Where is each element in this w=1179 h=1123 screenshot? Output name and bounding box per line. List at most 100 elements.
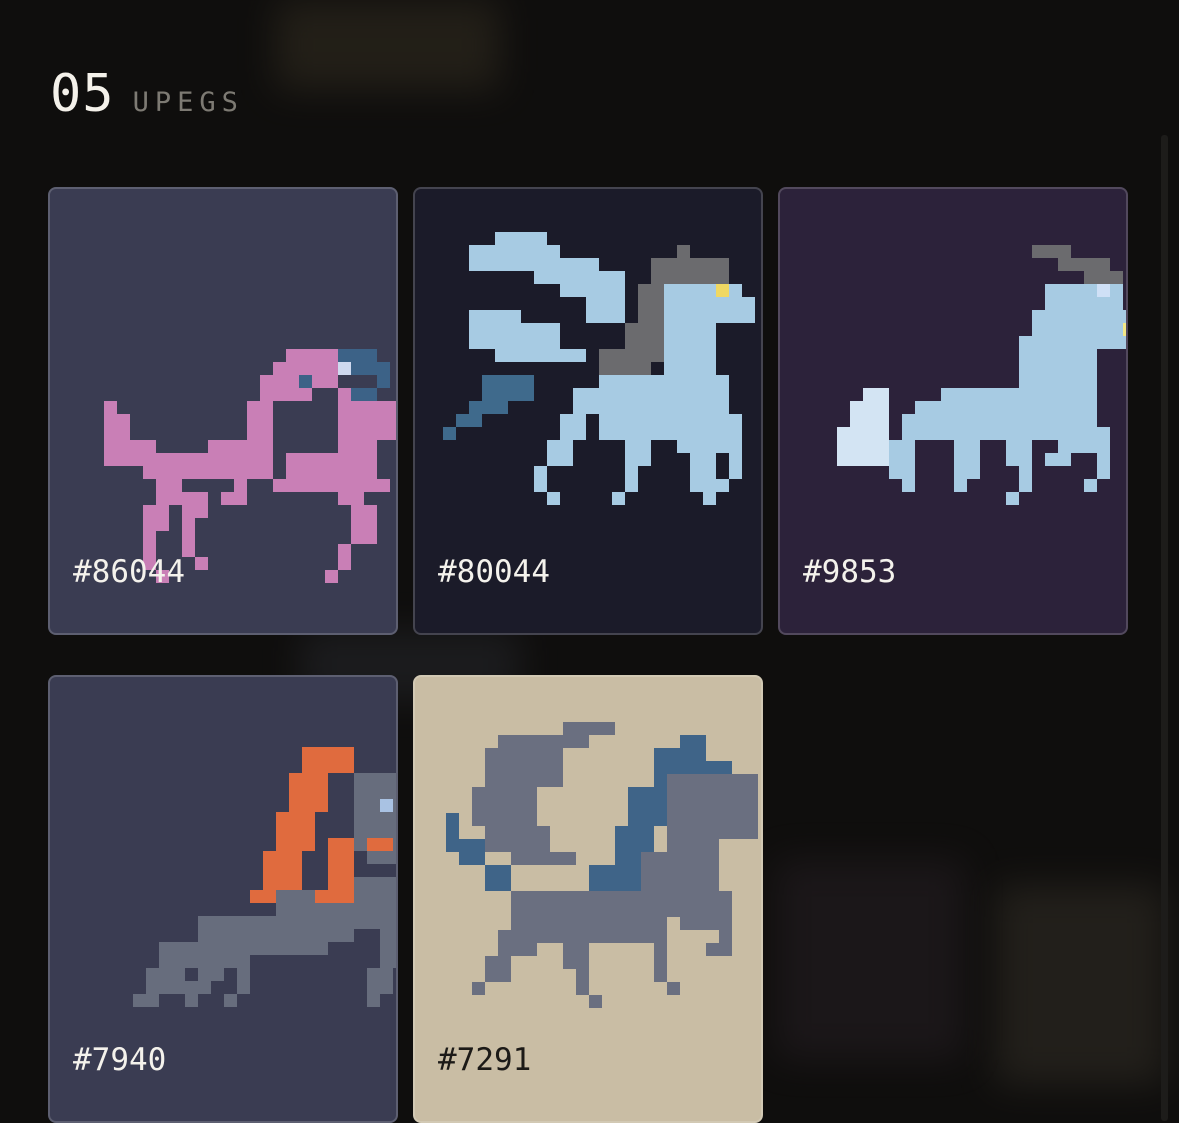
sprite-pixel bbox=[224, 994, 237, 1007]
sprite-pixel bbox=[850, 401, 863, 466]
sprite-pixel bbox=[511, 852, 576, 865]
upeg-card[interactable]: #80044 bbox=[413, 187, 763, 635]
sprite-pixel bbox=[1045, 284, 1123, 310]
sprite-pixel bbox=[667, 774, 758, 813]
sprite-pixel bbox=[485, 748, 563, 787]
sprite-pixel bbox=[498, 930, 537, 956]
sprite-pixel bbox=[547, 492, 560, 505]
sprite-pixel bbox=[351, 440, 377, 466]
sprite-pixel bbox=[667, 982, 680, 995]
sprite-pixel bbox=[1058, 258, 1110, 271]
sprite-pixel bbox=[628, 787, 667, 826]
sprite-pixel bbox=[547, 440, 573, 466]
sprite-pixel bbox=[680, 878, 719, 930]
section-label: UPEGS bbox=[132, 87, 244, 118]
sprite-pixel bbox=[677, 245, 690, 258]
upeg-card[interactable]: #9853 bbox=[778, 187, 1128, 635]
sprite-pixel bbox=[482, 375, 534, 401]
upeg-id: #80044 bbox=[438, 554, 550, 590]
sprite-pixel bbox=[576, 969, 589, 995]
sprite-pixel bbox=[263, 851, 302, 890]
upeg-id: #7291 bbox=[438, 1042, 532, 1078]
sprite-pixel bbox=[1097, 440, 1110, 479]
sprite-pixel bbox=[446, 813, 459, 852]
scrollbar[interactable] bbox=[1161, 135, 1168, 1121]
sprite-pixel bbox=[563, 943, 589, 969]
sprite-pixel bbox=[716, 297, 755, 323]
sprite-pixel bbox=[612, 492, 625, 505]
upeg-id: #7940 bbox=[73, 1042, 167, 1078]
sprite-pixel bbox=[664, 323, 716, 375]
sprite-pixel bbox=[185, 981, 211, 994]
sprite-pixel bbox=[651, 258, 729, 284]
sprite-pixel bbox=[521, 349, 586, 362]
upeg-id: #9853 bbox=[803, 554, 897, 590]
sprite-pixel bbox=[367, 994, 380, 1007]
sprite-pixel bbox=[534, 466, 547, 492]
sprite-pixel bbox=[315, 890, 328, 903]
sprite-pixel bbox=[459, 839, 485, 865]
sprite-pixel bbox=[889, 440, 915, 479]
sprite-pixel bbox=[247, 401, 273, 453]
sprite-pixel bbox=[390, 414, 396, 440]
sprite-pixel bbox=[625, 323, 664, 362]
sprite-pixel bbox=[586, 284, 625, 323]
sprite-pixel bbox=[641, 917, 667, 943]
sprite-pixel bbox=[182, 518, 195, 557]
sprite-pixel bbox=[485, 826, 550, 852]
sprite-pixel bbox=[472, 787, 537, 826]
sprite-pixel bbox=[367, 838, 393, 851]
sprite-pixel bbox=[589, 865, 641, 891]
sprite-pixel bbox=[328, 838, 354, 903]
upeg-card[interactable]: #7940 bbox=[48, 675, 398, 1123]
upeg-card[interactable]: #7291 bbox=[413, 675, 763, 1123]
sprite-pixel bbox=[338, 362, 351, 375]
sprite-pixel bbox=[472, 982, 485, 995]
sprite-pixel bbox=[221, 492, 247, 505]
sprite-pixel bbox=[625, 440, 651, 466]
sprite-pixel bbox=[380, 799, 393, 812]
sprite-pixel bbox=[1084, 427, 1110, 440]
sprite-pixel bbox=[1084, 479, 1097, 492]
sprite-pixel bbox=[302, 929, 354, 942]
sprite-pixel bbox=[443, 427, 456, 440]
sprite-pixel bbox=[716, 479, 729, 492]
sprite-pixel bbox=[325, 570, 338, 583]
sprite-pixel bbox=[1045, 453, 1071, 466]
upeg-card[interactable]: #86044 bbox=[48, 187, 398, 635]
sprite-pixel bbox=[902, 414, 941, 440]
section-heading: 05 UPEGS bbox=[50, 68, 244, 120]
sprite-pixel bbox=[729, 414, 742, 440]
sprite-pixel bbox=[289, 773, 328, 812]
sprite-pixel bbox=[495, 232, 547, 245]
sprite-pixel bbox=[351, 505, 377, 544]
sprite-pixel bbox=[729, 440, 742, 479]
sprite-pixel bbox=[1019, 466, 1032, 492]
sprite-pixel bbox=[716, 284, 729, 297]
sprite-pixel bbox=[690, 453, 716, 492]
sprite-pixel bbox=[377, 362, 390, 388]
sprite-pixel bbox=[198, 955, 224, 981]
sprite-pixel bbox=[156, 479, 182, 505]
background-blur bbox=[275, 0, 500, 90]
sprite-pixel bbox=[299, 375, 312, 388]
sprite-pixel bbox=[146, 968, 185, 994]
sprite-pixel bbox=[1032, 245, 1071, 258]
sprite-pixel bbox=[703, 492, 716, 505]
sprite-pixel bbox=[104, 401, 117, 466]
sprite-pixel bbox=[563, 722, 615, 735]
sprite-pixel bbox=[367, 968, 393, 994]
sprite-pixel bbox=[338, 544, 351, 570]
sprite-pixel bbox=[380, 929, 396, 968]
sprite-pixel bbox=[143, 505, 169, 531]
sprite-pixel bbox=[117, 414, 130, 466]
sprite-pixel bbox=[706, 943, 732, 956]
sprite-pixel bbox=[1097, 284, 1110, 297]
sprite-pixel bbox=[338, 479, 364, 505]
sprite-pixel bbox=[456, 414, 482, 427]
sprite-pixel bbox=[485, 956, 511, 982]
sprite-pixel bbox=[250, 890, 276, 903]
sprite-pixel bbox=[195, 557, 208, 570]
sprite-pixel bbox=[1084, 271, 1123, 284]
sprite-pixel bbox=[1110, 336, 1126, 349]
